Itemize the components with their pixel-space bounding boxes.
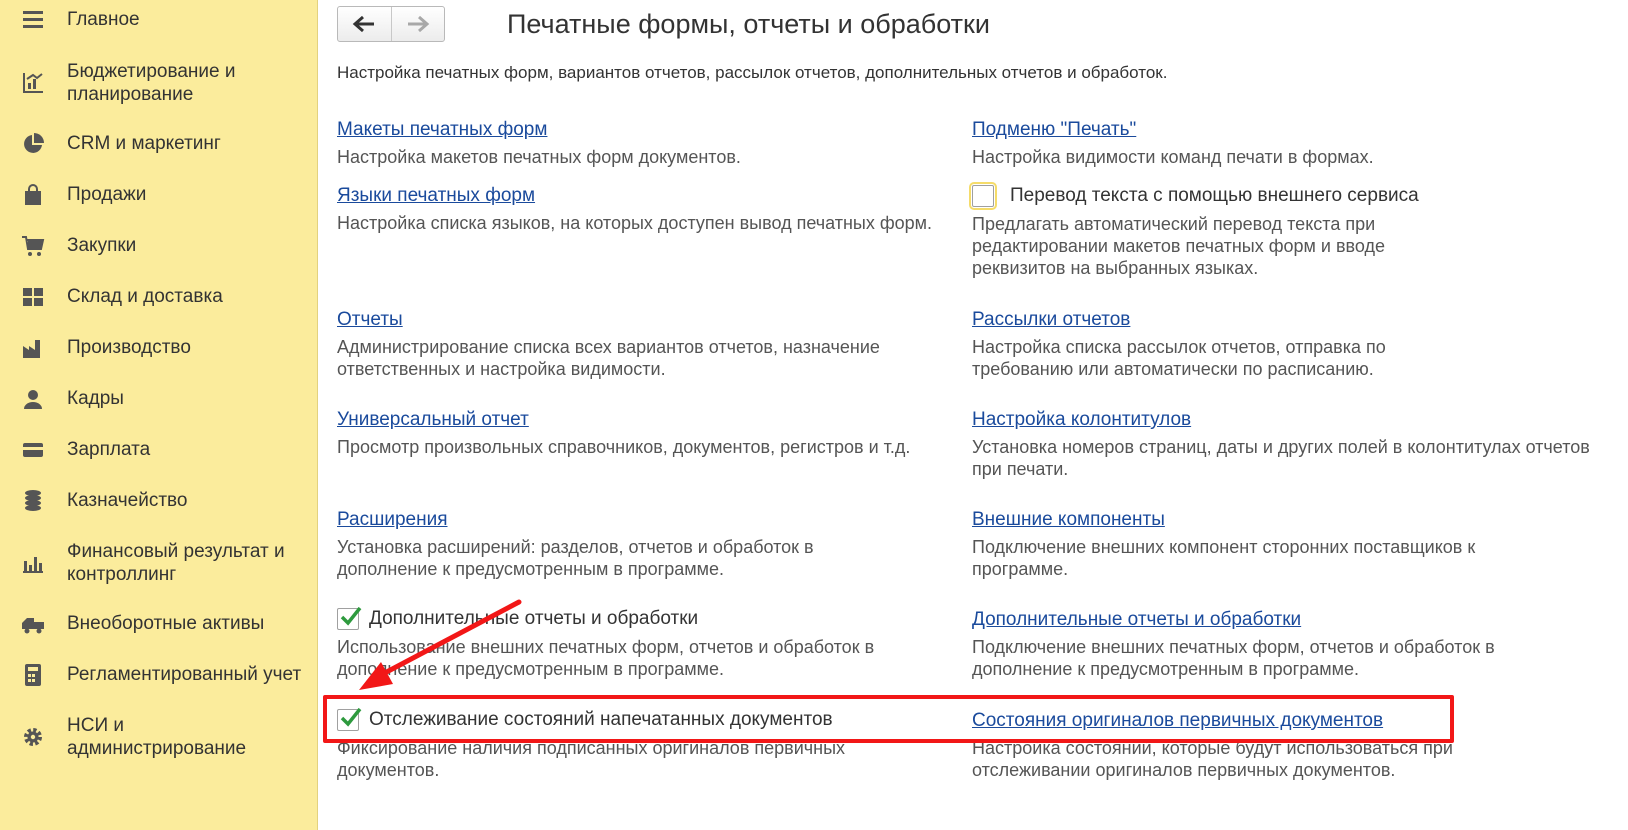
print-form-templates-section: Макеты печатных форм Настройка макетов п… bbox=[337, 118, 957, 168]
external-translation-checkbox[interactable] bbox=[969, 182, 997, 210]
sidebar-item-label: Главное bbox=[67, 9, 140, 30]
item-description: Подключение внешних печатных форм, отчет… bbox=[972, 637, 1495, 679]
sidebar-item-regulated-accounting[interactable]: Регламентированный учет bbox=[0, 661, 318, 689]
sidebar-item-label: Продажи bbox=[67, 184, 147, 205]
item-description: Настройка макетов печатных форм документ… bbox=[337, 147, 741, 167]
sidebar-item-label: Регламентированный учет bbox=[67, 664, 302, 685]
warehouse-icon bbox=[20, 284, 46, 310]
sidebar-item-label: Казначейство bbox=[67, 490, 188, 511]
sidebar-item-label: Производство bbox=[67, 337, 191, 358]
headers-footers-section: Настройка колонтитулов Установка номеров… bbox=[972, 408, 1592, 480]
additional-reports-link[interactable]: Дополнительные отчеты и обработки bbox=[972, 608, 1552, 632]
item-description: Фиксирование наличия подписанных оригина… bbox=[337, 738, 846, 780]
headers-footers-link[interactable]: Настройка колонтитулов bbox=[972, 408, 1592, 432]
page-subtitle: Настройка печатных форм, вариантов отчет… bbox=[337, 63, 1168, 82]
sidebar-item-purchases[interactable]: Закупки bbox=[0, 232, 318, 260]
sidebar-item-admin[interactable]: НСИ и администрирование bbox=[0, 712, 318, 762]
gear-icon bbox=[20, 724, 46, 750]
print-form-languages-section: Языки печатных форм Настройка списка язы… bbox=[337, 184, 957, 234]
arrow-right-icon bbox=[407, 15, 430, 33]
sidebar-item-label: Склад и доставка bbox=[67, 286, 223, 307]
sidebar-item-hr[interactable]: Кадры bbox=[0, 385, 318, 413]
item-description: Настройка списка рассылок отчетов, отпра… bbox=[972, 337, 1386, 379]
print-form-languages-link[interactable]: Языки печатных форм bbox=[337, 184, 957, 208]
additional-reports-label[interactable]: Дополнительные отчеты и обработки bbox=[369, 607, 698, 631]
main-panel: Печатные формы, отчеты и обработки Настр… bbox=[319, 0, 1628, 830]
sidebar-item-sales[interactable]: Продажи bbox=[0, 181, 318, 209]
sidebar-item-label: Кадры bbox=[67, 388, 124, 409]
card-icon bbox=[20, 437, 46, 463]
primary-docs-originals-section: Состояния оригиналов первичных документо… bbox=[972, 709, 1532, 781]
additional-reports-section: Дополнительные отчеты и обработки Подклю… bbox=[972, 608, 1552, 680]
forward-button[interactable] bbox=[390, 7, 445, 41]
print-submenu-section: Подменю "Печать" Настройка видимости ком… bbox=[972, 118, 1592, 168]
item-description: Установка номеров страниц, даты и других… bbox=[972, 437, 1590, 479]
sidebar-item-label: Бюджетирование и планирование bbox=[67, 61, 236, 105]
sidebar-item-financial-result[interactable]: Финансовый результат и контроллинг bbox=[0, 538, 318, 588]
universal-report-link[interactable]: Универсальный отчет bbox=[337, 408, 977, 432]
item-description: Администрирование списка всех вариантов … bbox=[337, 337, 880, 379]
sidebar-item-treasury[interactable]: Казначейство bbox=[0, 487, 318, 515]
item-description: Просмотр произвольных справочников, доку… bbox=[337, 437, 911, 457]
print-form-templates-link[interactable]: Макеты печатных форм bbox=[337, 118, 957, 142]
additional-reports-checkbox[interactable] bbox=[337, 606, 362, 630]
factory-icon bbox=[20, 335, 46, 361]
checkmark-icon bbox=[340, 707, 362, 727]
sidebar: Главное Бюджетирование и планирование CR… bbox=[0, 0, 318, 830]
item-description: Использование внешних печатных форм, отч… bbox=[337, 637, 875, 679]
bar-chart-icon bbox=[20, 550, 46, 576]
item-description: Настройка списка языков, на которых дост… bbox=[337, 213, 933, 233]
history-navigation bbox=[337, 6, 445, 42]
external-translation-option: Перевод текста с помощью внешнего сервис… bbox=[969, 182, 1432, 279]
sidebar-item-label: НСИ и администрирование bbox=[67, 715, 247, 759]
external-components-link[interactable]: Внешние компоненты bbox=[972, 508, 1532, 532]
arrow-left-icon bbox=[352, 15, 375, 33]
printed-docs-tracking-label[interactable]: Отслеживание состояний напечатанных доку… bbox=[369, 708, 833, 732]
primary-docs-originals-link[interactable]: Состояния оригиналов первичных документо… bbox=[972, 709, 1532, 733]
truck-icon bbox=[20, 611, 46, 637]
item-description: Настройка видимости команд печати в форм… bbox=[972, 147, 1374, 167]
reports-section: Отчеты Администрирование списка всех вар… bbox=[337, 308, 957, 380]
item-description: Подключение внешних компонент сторонних … bbox=[972, 537, 1476, 579]
extensions-link[interactable]: Расширения bbox=[337, 508, 917, 532]
item-description: Установка расширений: разделов, отчетов … bbox=[337, 537, 814, 579]
shopping-bag-icon bbox=[20, 182, 46, 208]
external-components-section: Внешние компоненты Подключение внешних к… bbox=[972, 508, 1532, 580]
menu-icon bbox=[20, 7, 46, 33]
calculator-icon bbox=[20, 662, 46, 688]
universal-report-section: Универсальный отчет Просмотр произвольны… bbox=[337, 408, 977, 458]
report-mailings-section: Рассылки отчетов Настройка списка рассыл… bbox=[972, 308, 1432, 380]
printed-docs-tracking-option: Отслеживание состояний напечатанных доку… bbox=[337, 707, 917, 781]
item-description: Предлагать автоматический перевод текста… bbox=[972, 214, 1386, 278]
checkmark-icon bbox=[340, 606, 362, 626]
sidebar-item-label: Закупки bbox=[67, 235, 137, 256]
sidebar-item-label: Зарплата bbox=[67, 439, 151, 460]
print-submenu-link[interactable]: Подменю "Печать" bbox=[972, 118, 1592, 142]
extensions-section: Расширения Установка расширений: раздело… bbox=[337, 508, 917, 580]
sidebar-item-main[interactable]: Главное bbox=[0, 6, 318, 34]
cart-icon bbox=[20, 233, 46, 259]
additional-reports-option: Дополнительные отчеты и обработки Исполь… bbox=[337, 606, 937, 680]
item-description: Настройка состояний, которые будут испол… bbox=[972, 738, 1453, 780]
page-title: Печатные формы, отчеты и обработки bbox=[507, 9, 990, 39]
sidebar-item-warehouse[interactable]: Склад и доставка bbox=[0, 283, 318, 311]
sidebar-item-production[interactable]: Производство bbox=[0, 334, 318, 362]
sidebar-item-budgeting[interactable]: Бюджетирование и планирование bbox=[0, 58, 318, 108]
printed-docs-tracking-checkbox[interactable] bbox=[337, 707, 362, 731]
budget-icon bbox=[20, 70, 46, 96]
coins-icon bbox=[20, 488, 46, 514]
sidebar-item-crm[interactable]: CRM и маркетинг bbox=[0, 130, 318, 158]
sidebar-item-label: Внеоборотные активы bbox=[67, 613, 265, 634]
reports-link[interactable]: Отчеты bbox=[337, 308, 957, 332]
sidebar-item-label: CRM и маркетинг bbox=[67, 133, 221, 154]
sidebar-item-salary[interactable]: Зарплата bbox=[0, 436, 318, 464]
external-translation-label[interactable]: Перевод текста с помощью внешнего сервис… bbox=[1010, 184, 1419, 208]
report-mailings-link[interactable]: Рассылки отчетов bbox=[972, 308, 1432, 332]
pie-chart-icon bbox=[20, 131, 46, 157]
back-button[interactable] bbox=[338, 7, 391, 41]
sidebar-item-label: Финансовый результат и контроллинг bbox=[67, 541, 285, 585]
person-icon bbox=[20, 386, 46, 412]
sidebar-item-fixed-assets[interactable]: Внеоборотные активы bbox=[0, 610, 318, 638]
